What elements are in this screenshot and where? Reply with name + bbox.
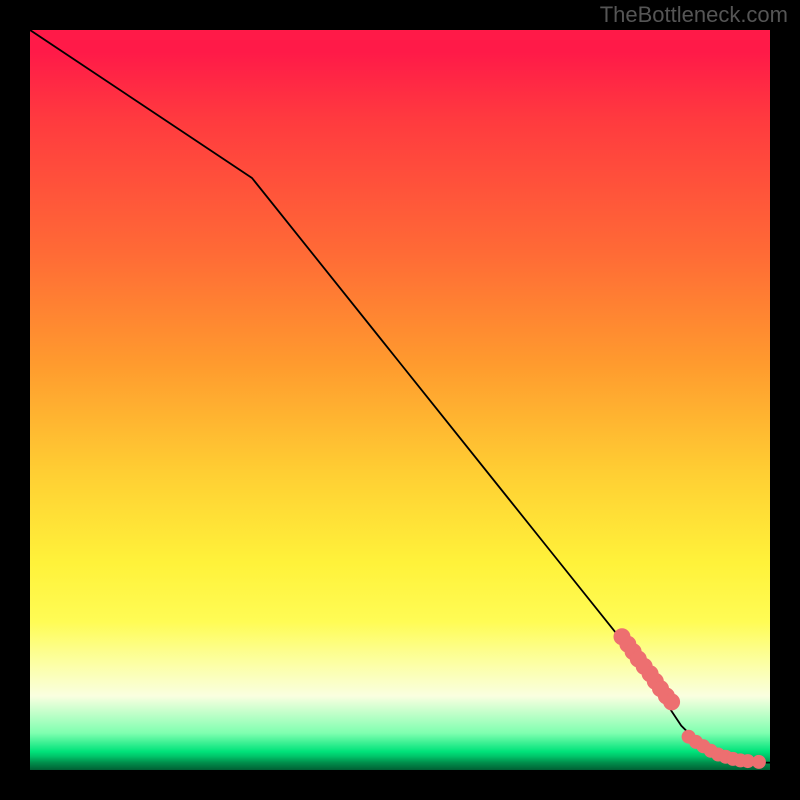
data-point <box>664 694 680 710</box>
curve-line <box>30 30 770 763</box>
chart-svg <box>30 30 770 770</box>
scatter-points <box>614 629 765 769</box>
watermark-text: TheBottleneck.com <box>600 2 788 28</box>
chart-container: TheBottleneck.com <box>0 0 800 800</box>
plot-area <box>30 30 770 770</box>
data-point <box>752 755 765 768</box>
